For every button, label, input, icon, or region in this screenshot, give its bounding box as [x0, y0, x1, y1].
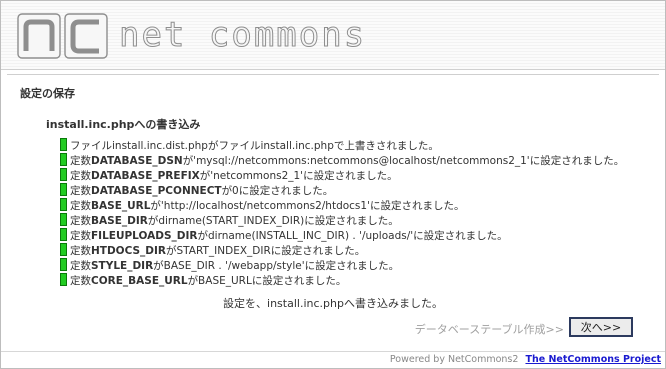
netcommons-logo-icon [17, 13, 108, 59]
log-line-text: がdirname(INSTALL_INC_DIR) . '/uploads/'に… [197, 230, 508, 242]
status-ok-icon [60, 273, 67, 286]
status-ok-icon [60, 183, 67, 196]
log-line: 定数DATABASE_PCONNECTが0に設定されました。 [60, 183, 620, 198]
log-line-prefix: ファイルinstall.inc.dist.phpがファイルinstall.inc… [70, 140, 439, 152]
status-ok-icon [60, 198, 67, 211]
log-line: 定数CORE_BASE_URLがBASE_URLに設定されました。 [60, 273, 620, 288]
log-line-text: がBASE_DIR . '/webapp/style'に設定されました。 [153, 260, 400, 272]
log-line: 定数DATABASE_PREFIXが'netcommons2_1'に設定されまし… [60, 168, 620, 183]
status-ok-icon [60, 153, 67, 166]
status-ok-icon [60, 138, 67, 151]
log-line-text: が0に設定されました。 [221, 185, 334, 197]
status-ok-icon [60, 258, 67, 271]
header: net commons [1, 1, 665, 70]
section-subtitle: install.inc.phpへの書き込み [46, 118, 201, 131]
status-ok-icon [60, 168, 67, 181]
log-line-text: が'netcommons2_1'に設定されました。 [199, 170, 398, 182]
install-log: ファイルinstall.inc.dist.phpがファイルinstall.inc… [60, 138, 624, 288]
next-button[interactable]: 次へ>> [569, 317, 633, 337]
log-line-constant: DATABASE_PCONNECT [91, 185, 222, 197]
log-line-text: が'http://localhost/netcommons2/htdocs1'に… [150, 200, 465, 212]
log-line-text: がBASE_URLに設定されました。 [187, 275, 347, 287]
log-line-constant: BASE_DIR [91, 215, 148, 227]
log-line: 定数BASE_DIRがdirname(START_INDEX_DIR)に設定され… [60, 213, 620, 228]
log-line: 定数STYLE_DIRがBASE_DIR . '/webapp/style'に設… [60, 258, 620, 273]
log-line: ファイルinstall.inc.dist.phpがファイルinstall.inc… [60, 138, 620, 153]
log-line: 定数DATABASE_DSNが'mysql://netcommons:netco… [60, 153, 624, 168]
status-ok-icon [60, 213, 67, 226]
status-ok-icon [60, 243, 67, 256]
footer: Powered by NetCommons2 The NetCommons Pr… [1, 351, 665, 368]
log-line-constant: FILEUPLOADS_DIR [91, 230, 198, 242]
log-line: 定数HTDOCS_DIRがSTART_INDEX_DIRに設定されました。 [60, 243, 620, 258]
netcommons-project-link[interactable]: The NetCommons Project [525, 354, 661, 365]
log-line-constant: DATABASE_PREFIX [91, 170, 200, 182]
log-line-prefix: 定数 [70, 185, 91, 197]
completion-message: 設定を、install.inc.phpへ書き込みました。 [223, 297, 443, 310]
log-line-constant: STYLE_DIR [91, 260, 154, 272]
log-line-prefix: 定数 [70, 215, 91, 227]
status-ok-icon [60, 228, 67, 241]
log-line-prefix: 定数 [70, 200, 91, 212]
log-line-text: が'mysql://netcommons:netcommons@localhos… [182, 155, 625, 167]
log-line-prefix: 定数 [70, 230, 91, 242]
installer-window: net commons 設定の保存 install.inc.phpへの書き込み … [0, 0, 666, 369]
log-line-prefix: 定数 [70, 170, 91, 182]
navigation-row: データベーステーブル作成>> 次へ>> [7, 317, 659, 341]
log-line-constant: CORE_BASE_URL [91, 275, 188, 287]
log-line-prefix: 定数 [70, 275, 91, 287]
log-line-prefix: 定数 [70, 260, 91, 272]
log-line-constant: HTDOCS_DIR [91, 245, 167, 257]
log-line-constant: BASE_URL [91, 200, 151, 212]
log-line-constant: DATABASE_DSN [91, 155, 183, 167]
powered-by-text: Powered by NetCommons2 [389, 354, 519, 365]
log-line: 定数FILEUPLOADS_DIRがdirname(INSTALL_INC_DI… [60, 228, 620, 243]
main-content: 設定の保存 install.inc.phpへの書き込み ファイルinstall.… [7, 74, 659, 349]
log-line-prefix: 定数 [70, 155, 91, 167]
page-title: 設定の保存 [20, 87, 75, 100]
log-line-prefix: 定数 [70, 245, 91, 257]
next-step-label: データベーステーブル作成>> [414, 323, 564, 336]
logo-text: net commons [118, 15, 367, 56]
log-line-text: がdirname(START_INDEX_DIR)に設定されました。 [147, 215, 399, 227]
log-line: 定数BASE_URLが'http://localhost/netcommons2… [60, 198, 620, 213]
log-line-text: がSTART_INDEX_DIRに設定されました。 [166, 245, 366, 257]
